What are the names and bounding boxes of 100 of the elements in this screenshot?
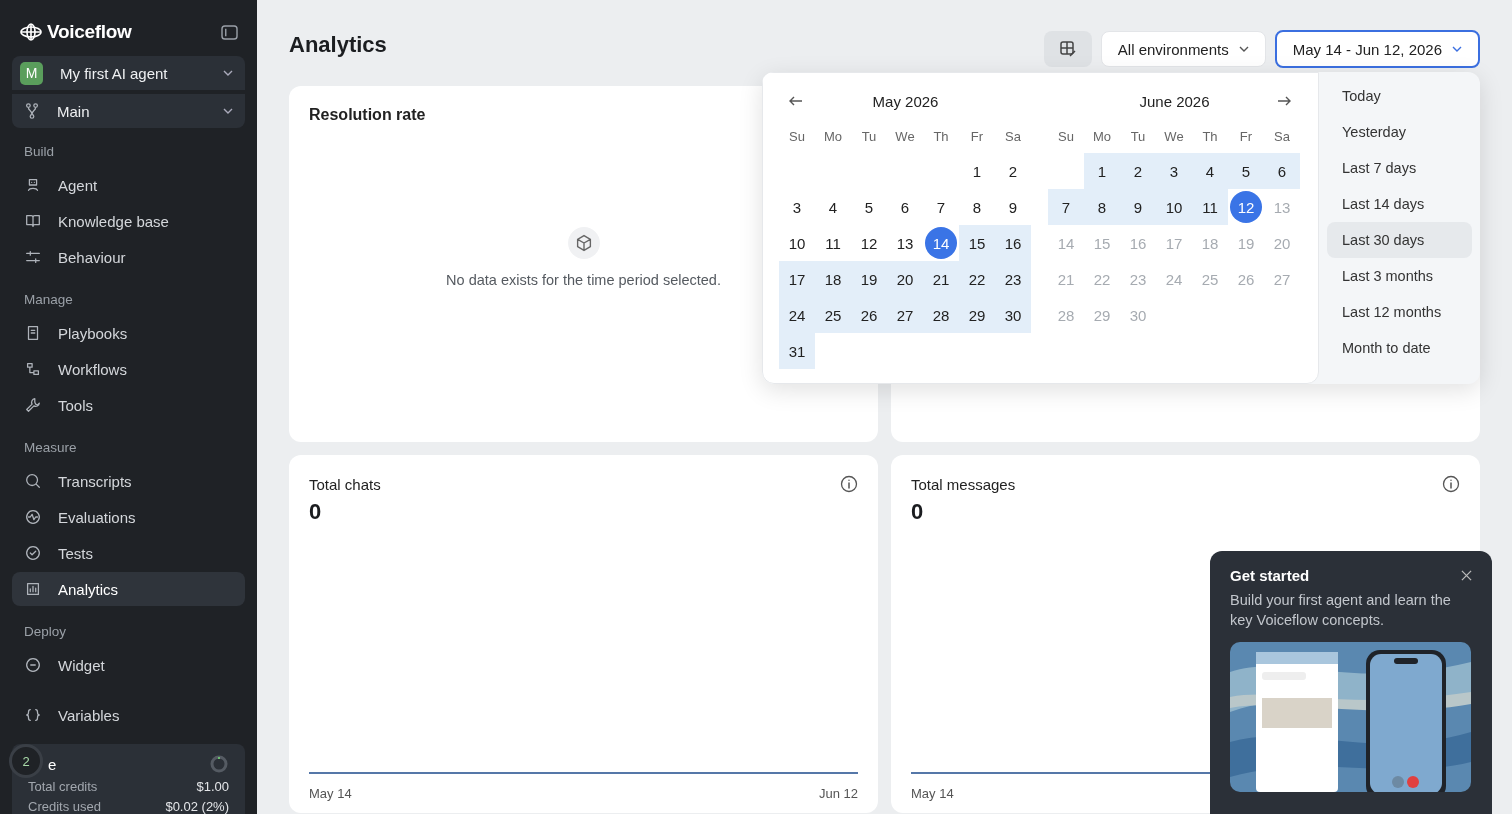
panel-title: Get started xyxy=(1230,567,1310,584)
nav-item[interactable]: Variables xyxy=(12,698,245,732)
calendar-day[interactable]: 3 xyxy=(1158,155,1190,187)
weekday-label: Su xyxy=(788,128,806,146)
calendar-day[interactable]: 30 xyxy=(997,299,1029,331)
nav-item[interactable]: Behaviour xyxy=(12,240,245,274)
logo-text: Voiceflow xyxy=(47,21,132,43)
calendar-day[interactable]: 20 xyxy=(889,263,921,295)
calendar-day[interactable]: 7 xyxy=(1050,191,1082,223)
calendar-day[interactable]: 2 xyxy=(997,155,1029,187)
calendar-day[interactable]: 2 xyxy=(1122,155,1154,187)
preset-option[interactable]: Last 3 months xyxy=(1327,258,1472,294)
preset-option[interactable]: Last 14 days xyxy=(1327,186,1472,222)
weekday-label: Su xyxy=(1057,128,1075,146)
calendar-day[interactable]: 24 xyxy=(781,299,813,331)
calendar-day[interactable]: 3 xyxy=(781,191,813,223)
calendar-day[interactable]: 4 xyxy=(1194,155,1226,187)
calendar-day[interactable]: 6 xyxy=(889,191,921,223)
calendar-day[interactable]: 1 xyxy=(961,155,993,187)
calendar-day[interactable]: 27 xyxy=(889,299,921,331)
arrow-left-icon xyxy=(789,96,803,106)
nav-item[interactable]: Transcripts xyxy=(12,464,245,498)
credits-row-value: $0.02 (2%) xyxy=(165,799,229,814)
empty-message: No data exists for the time period selected. xyxy=(446,272,721,288)
preset-option[interactable]: Month to date xyxy=(1327,330,1472,366)
calendar-day[interactable]: 4 xyxy=(817,191,849,223)
agent-selector[interactable]: M My first AI agent xyxy=(12,56,245,90)
calendar-day[interactable]: 22 xyxy=(961,263,993,295)
branch-selector[interactable]: Main xyxy=(12,94,245,128)
weekday-label: Fr xyxy=(1238,128,1254,146)
preset-option[interactable]: Last 7 days xyxy=(1327,150,1472,186)
nav-item[interactable]: Tests xyxy=(12,536,245,570)
calendar-day[interactable]: 15 xyxy=(961,227,993,259)
calendar-day[interactable]: 12 xyxy=(853,227,885,259)
nav-item[interactable]: Workflows xyxy=(12,352,245,386)
calendar-day[interactable]: 1 xyxy=(1086,155,1118,187)
calendar-day[interactable]: 21 xyxy=(925,263,957,295)
calendar-day[interactable]: 29 xyxy=(961,299,993,331)
chevron-down-icon xyxy=(1238,46,1249,52)
info-icon[interactable] xyxy=(840,475,858,493)
logo-icon xyxy=(19,22,43,42)
nav-item[interactable]: Playbooks xyxy=(12,316,245,350)
calendar-day[interactable]: 9 xyxy=(997,191,1029,223)
calendar-day[interactable]: 17 xyxy=(781,263,813,295)
calendar-day[interactable]: 19 xyxy=(853,263,885,295)
environment-dropdown[interactable]: All environments xyxy=(1100,31,1266,67)
calendar-day[interactable]: 31 xyxy=(781,335,813,367)
card-title: Total messages xyxy=(911,475,1016,493)
calendar-day[interactable]: 10 xyxy=(781,227,813,259)
calendar-day[interactable]: 5 xyxy=(853,191,885,223)
weekday-label: Th xyxy=(1201,128,1219,146)
credits-row-value: $1.00 xyxy=(196,779,229,794)
nav-item[interactable]: Knowledge base xyxy=(12,204,245,238)
calendar-day[interactable]: 26 xyxy=(853,299,885,331)
preset-option[interactable]: Yesterday xyxy=(1327,114,1472,150)
calendar-day[interactable]: 14 xyxy=(925,227,957,259)
search-icon xyxy=(24,472,42,490)
credits-label: e xyxy=(48,755,57,773)
nav-item[interactable]: Agent xyxy=(12,168,245,202)
section-heading: Manage xyxy=(23,291,74,309)
calendar-day[interactable]: 11 xyxy=(1194,191,1226,223)
calendar-day[interactable]: 7 xyxy=(925,191,957,223)
calendar-day[interactable]: 18 xyxy=(817,263,849,295)
nav-item[interactable]: Tools xyxy=(12,388,245,422)
edit-layout-button[interactable] xyxy=(1043,31,1092,67)
calendar-day[interactable]: 23 xyxy=(997,263,1029,295)
calendar-day[interactable]: 25 xyxy=(817,299,849,331)
calendar-day[interactable]: 11 xyxy=(817,227,849,259)
weekday-label: Tu xyxy=(860,128,878,146)
month-title: June 2026 xyxy=(1139,92,1210,110)
cube-icon xyxy=(566,226,601,260)
table-edit-icon xyxy=(1057,39,1078,59)
step-badge[interactable]: 2 xyxy=(9,744,43,778)
calendar-day[interactable]: 13 xyxy=(889,227,921,259)
calendar-day[interactable]: 12 xyxy=(1230,191,1262,223)
calendar-day[interactable]: 10 xyxy=(1158,191,1190,223)
weekday-label: We xyxy=(1163,128,1185,146)
date-range-dropdown[interactable]: May 14 - Jun 12, 2026 xyxy=(1274,30,1480,68)
preset-option[interactable]: Last 12 months xyxy=(1327,294,1472,330)
nav-item[interactable]: Widget xyxy=(12,648,245,682)
preset-option[interactable]: Last 30 days xyxy=(1327,222,1472,258)
book-icon xyxy=(24,212,42,230)
credits-row-label: Total credits xyxy=(28,779,98,794)
calendar-day[interactable]: 9 xyxy=(1122,191,1154,223)
calendar-day[interactable]: 6 xyxy=(1266,155,1298,187)
progress-ring-icon xyxy=(209,754,229,774)
calendar-day[interactable]: 16 xyxy=(997,227,1029,259)
calendar-day[interactable]: 5 xyxy=(1230,155,1262,187)
nav-item[interactable]: Evaluations xyxy=(12,500,245,534)
agent-avatar: M xyxy=(20,61,43,85)
weekday-label: We xyxy=(894,128,916,146)
info-icon[interactable] xyxy=(1442,475,1460,493)
calendar-day[interactable]: 28 xyxy=(925,299,957,331)
close-icon[interactable] xyxy=(1461,570,1472,581)
nav-item[interactable]: Analytics xyxy=(12,572,245,606)
calendar-day[interactable]: 8 xyxy=(1086,191,1118,223)
sliders-icon xyxy=(24,248,42,266)
sidebar-toggle-icon[interactable] xyxy=(221,24,238,40)
calendar-day[interactable]: 8 xyxy=(961,191,993,223)
preset-option[interactable]: Today xyxy=(1327,78,1472,114)
